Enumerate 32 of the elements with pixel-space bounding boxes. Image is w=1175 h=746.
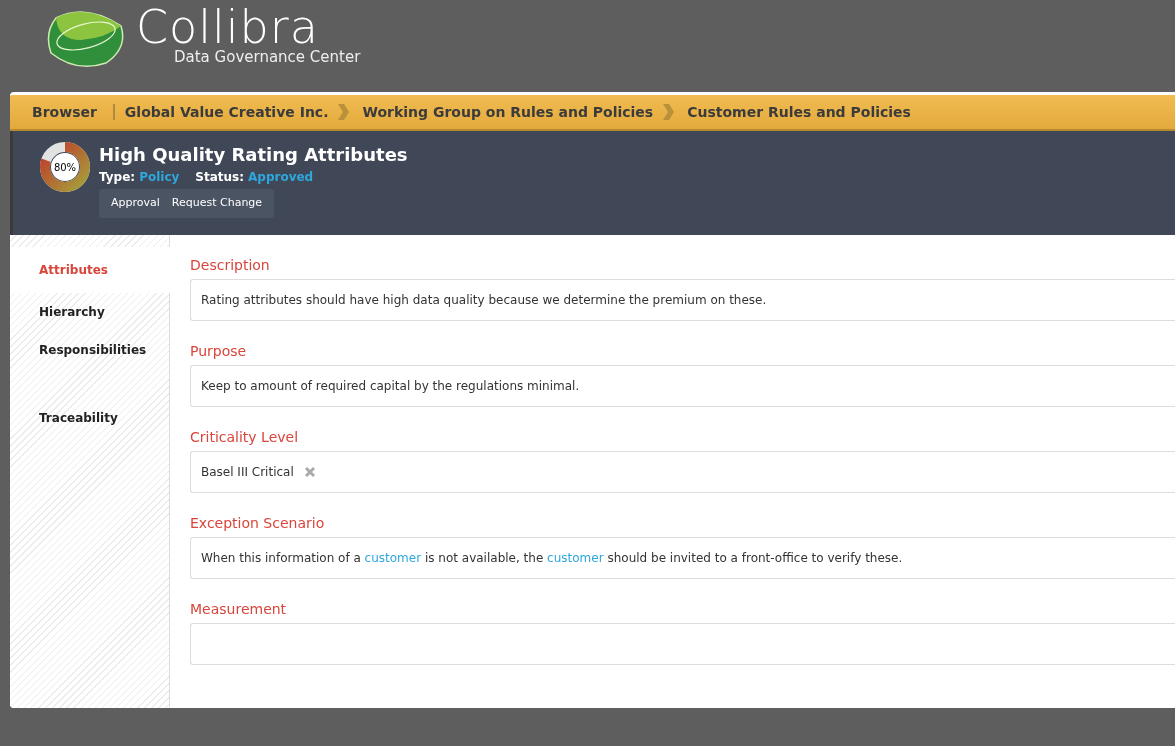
chevron-icon [662,104,675,120]
logo-text: Collibra [136,4,319,50]
tag-label: Basel III Critical [201,464,294,481]
field-label: Purpose [190,342,248,361]
field-label: Criticality Level [190,428,300,447]
remove-icon[interactable] [303,466,316,478]
action-button[interactable]: Approval [105,193,166,214]
attribute-text: When this information of a customer is not available, the customer should be invited to a front-office to verify these. [201,550,903,567]
breadcrumb-link[interactable]: Browser [32,101,113,123]
logo-subtitle: Data Governance Center [174,50,361,65]
sidebar-tab[interactable]: Traceability [10,399,169,437]
attribute-field[interactable] [190,623,1175,665]
sidebar-tab[interactable]: Responsibilities [10,331,169,369]
field-label: Exception Scenario [190,514,326,533]
meta-label: Status: [195,169,245,186]
asset-title: High Quality Rating Attributes [99,143,408,167]
action-button[interactable]: Request Change [165,193,269,214]
attribute-text: Keep to amount of required capital by the regulations minimal. [201,378,580,395]
field-label: Measurement [190,600,288,619]
field-label: Description [190,256,271,275]
breadcrumb-link[interactable]: Working Group on Rules and Policies [362,101,654,123]
attribute-field[interactable]: Basel III Critical [190,451,1175,493]
breadcrumb-link[interactable]: Global Value Creative Inc. [124,101,329,123]
breadcrumb-link[interactable]: Customer Rules and Policies [687,101,911,123]
completeness-label: 80% [53,160,77,175]
attribute-text: Rating attributes should have high data quality because we determine the premium on these. [201,292,767,309]
meta-label: Type: [99,169,136,186]
sidebar-tab[interactable]: Attributes [10,247,171,293]
attribute-field[interactable]: Rating attributes should have high data quality because we determine the premium on these. [190,279,1175,321]
attribute-field[interactable]: Keep to amount of required capital by the regulations minimal. [190,365,1175,407]
chevron-icon [337,104,350,120]
sidebar-tab[interactable]: Hierarchy [10,293,169,331]
